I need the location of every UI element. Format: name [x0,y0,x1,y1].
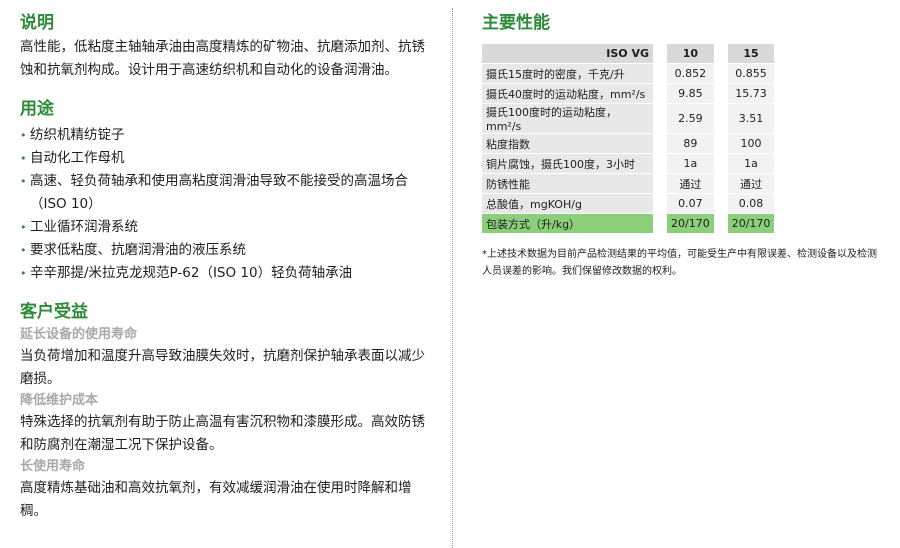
table-row: 防锈性能 通过 通过 [482,174,775,194]
benefit-2-heading: 降低维护成本 [20,393,99,408]
packaging-row: 包装方式（升/kg） 20/170 20/170 [482,214,775,234]
list-item: 高速、轻负荷轴承和使用高粘度润滑油导致不能接受的高温场合（ISO 10） [20,170,430,216]
uses-list: 纺织机精纺锭子 自动化工作母机 高速、轻负荷轴承和使用高粘度润滑油导致不能接受的… [20,124,430,285]
properties-table: ISO VG 10 15 摄氏15度时的密度，千克/升 0.852 0.855 … [482,44,775,234]
row-label: 粘度指数 [482,134,653,154]
benefit-3-text: 高度精炼基础油和高效抗氧剂，有效减缓润滑油在使用时降解和增稠。 [20,480,412,519]
row-value-15: 0.855 [727,64,775,84]
list-item: 自动化工作母机 [20,147,430,170]
row-value-10: 2.59 [667,104,714,134]
row-value-15: 1a [727,154,775,174]
row-value-10: 0.852 [667,64,714,84]
row-value-10: 通过 [667,174,714,194]
table-row: 摄氏40度时的运动粘度，mm²/s 9.85 15.73 [482,84,775,104]
packaging-value-15: 20/170 [727,214,775,234]
row-value-15: 0.08 [727,194,775,214]
table-row: 摄氏15度时的密度，千克/升 0.852 0.855 [482,64,775,84]
footnote: *上述技术数据为目前产品检测结果的平均值，可能受生产中有限误差、检测设备以及检测… [482,249,877,277]
row-value-10: 1a [667,154,714,174]
column-divider [452,8,453,548]
right-column: 主要性能 ISO VG 10 15 摄氏15度时的密度，千克/升 0.852 0… [482,10,882,290]
table-row: 铜片腐蚀，摄氏100度，3小时 1a 1a [482,154,775,174]
table-row: 摄氏100度时的运动粘度，mm²/s 2.59 3.51 [482,104,775,134]
table-row: 粘度指数 89 100 [482,134,775,154]
list-item: 工业循环润滑系统 [20,216,430,239]
row-value-15: 100 [727,134,775,154]
benefits-heading: 客户受益 [20,302,88,322]
row-value-15: 15.73 [727,84,775,104]
list-item: 要求低粘度、抗磨润滑油的液压系统 [20,239,430,262]
row-value-15: 3.51 [727,104,775,134]
list-item: 辛辛那提/米拉克龙规范P-62（ISO 10）轻负荷轴承油 [20,262,430,285]
left-column: 说明 高性能，低粘度主轴轴承油由高度精炼的矿物油、抗磨添加剂、抗锈蚀和抗氧剂构成… [20,10,430,523]
table-header-row: ISO VG 10 15 [482,44,775,64]
row-label: 摄氏100度时的运动粘度，mm²/s [482,104,653,134]
description-text: 高性能，低粘度主轴轴承油由高度精炼的矿物油、抗磨添加剂、抗锈蚀和抗氧剂构成。设计… [20,39,425,78]
row-value-10: 89 [667,134,714,154]
row-label: 摄氏15度时的密度，千克/升 [482,64,653,84]
row-label: 铜片腐蚀，摄氏100度，3小时 [482,154,653,174]
row-label: 防锈性能 [482,174,653,194]
table-row: 总酸值，mgKOH/g 0.07 0.08 [482,194,775,214]
row-label: 总酸值，mgKOH/g [482,194,653,214]
benefit-1-heading: 延长设备的使用寿命 [20,327,138,342]
benefit-2-text: 特殊选择的抗氧剂有助于防止高温有害沉积物和漆膜形成。高效防锈和防腐剂在潮湿工况下… [20,414,425,453]
description-heading: 说明 [20,13,54,33]
header-grade-15: 15 [727,44,775,64]
packaging-value-10: 20/170 [667,214,714,234]
packaging-label: 包装方式（升/kg） [482,214,653,234]
row-value-10: 9.85 [667,84,714,104]
properties-heading: 主要性能 [482,13,550,33]
uses-heading: 用途 [20,99,54,119]
list-item: 纺织机精纺锭子 [20,124,430,147]
benefit-1-text: 当负荷增加和温度升高导致油膜失效时，抗磨剂保护轴承表面以减少磨损。 [20,348,425,387]
row-label: 摄氏40度时的运动粘度，mm²/s [482,84,653,104]
benefit-3-heading: 长使用寿命 [20,459,86,474]
header-iso-vg: ISO VG [482,44,653,64]
row-value-15: 通过 [727,174,775,194]
row-value-10: 0.07 [667,194,714,214]
header-grade-10: 10 [667,44,714,64]
